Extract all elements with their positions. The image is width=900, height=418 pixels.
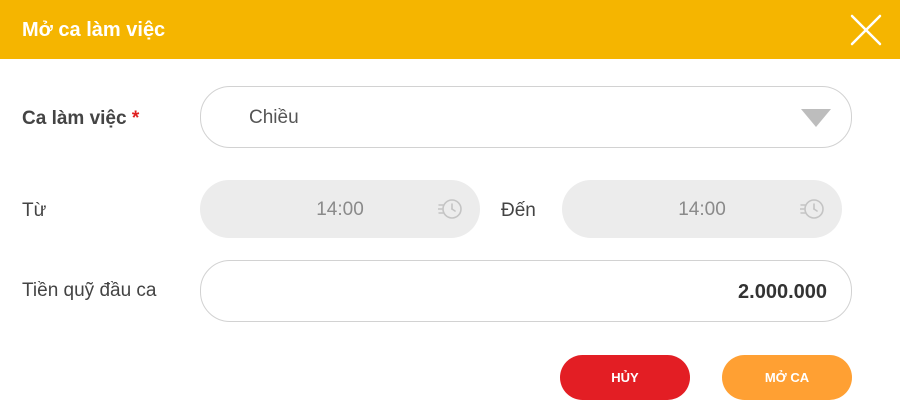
opening-cash-label: Tiền quỹ đầu ca	[22, 280, 157, 301]
dropdown-arrow-icon	[801, 109, 831, 127]
to-label: Đến	[501, 200, 536, 221]
shift-select[interactable]: Chiều	[200, 86, 852, 148]
dialog-title: Mở ca làm việc	[22, 19, 166, 41]
open-shift-button[interactable]: MỞ CA	[722, 355, 852, 400]
close-icon	[850, 14, 882, 46]
required-mark: *	[131, 108, 140, 129]
clock-icon	[800, 199, 824, 219]
clock-icon	[438, 199, 462, 219]
cancel-button[interactable]: HỦY	[560, 355, 690, 400]
to-time-field[interactable]: 14:00	[562, 180, 842, 238]
from-label: Từ	[22, 200, 47, 221]
opening-cash-input[interactable]	[221, 277, 829, 307]
shift-selected-value: Chiều	[249, 107, 299, 128]
dialog-header: Mở ca làm việc	[0, 0, 900, 59]
opening-cash-field[interactable]	[200, 260, 852, 322]
close-button[interactable]	[848, 12, 884, 48]
shift-label-text: Ca làm việc	[22, 108, 127, 129]
shift-label: Ca làm việc *	[22, 108, 139, 130]
from-time-field[interactable]: 14:00	[200, 180, 480, 238]
